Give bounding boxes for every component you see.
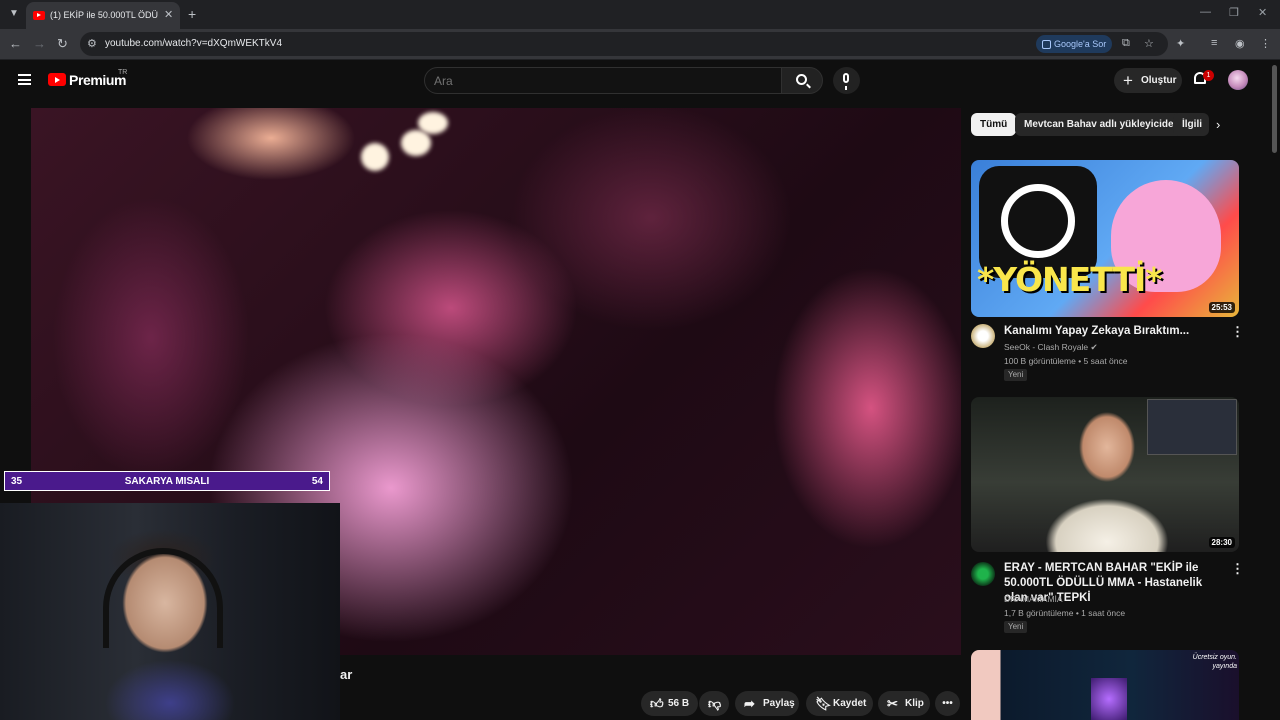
more-actions-button[interactable]: ••• <box>935 691 960 716</box>
verified-icon: ✔ <box>1090 342 1098 352</box>
channel-avatar[interactable] <box>971 562 995 586</box>
like-count: 56 B <box>668 698 690 709</box>
video-menu-icon[interactable]: ⋮ <box>1231 324 1244 340</box>
share-button[interactable]: ➦ Paylaş <box>735 691 799 716</box>
window-close-icon[interactable]: ✕ <box>1258 6 1267 19</box>
back-icon[interactable]: ← <box>9 36 22 51</box>
search-icon <box>796 74 807 85</box>
reload-icon[interactable]: ↻ <box>57 36 68 52</box>
overlay-right-value: 54 <box>311 476 323 487</box>
account-avatar[interactable] <box>1228 70 1248 90</box>
dislike-button[interactable]: 👎︎ <box>699 691 729 716</box>
youtube-header: Premium TR + Oluştur <box>0 61 1280 101</box>
chip-related[interactable]: İlgili <box>1173 113 1209 136</box>
like-button[interactable]: 👍︎ 56 B <box>641 691 698 716</box>
search-button[interactable] <box>781 67 823 94</box>
video-thumbnail[interactable]: Ücretsiz oyun. yayında <box>971 650 1239 720</box>
restore-icon[interactable]: ❐ <box>1229 6 1239 19</box>
address-bar[interactable]: ⚙ youtube.com/watch?v=dXQmWEKTkV4 Google… <box>80 32 1168 56</box>
notification-count-badge: 1 <box>1203 70 1214 81</box>
extensions-icon[interactable]: ✦ <box>1176 37 1185 50</box>
site-info-icon[interactable]: ⚙ <box>87 37 97 50</box>
voice-search-button[interactable] <box>833 67 860 94</box>
streamer-webcam <box>0 503 340 720</box>
google-ask-button[interactable]: Google'a Sor <box>1036 35 1113 53</box>
country-code: TR <box>118 69 128 76</box>
url-text[interactable]: youtube.com/watch?v=dXQmWEKTkV4 <box>105 38 282 49</box>
save-button[interactable]: 🔖︎ Kaydet <box>806 691 873 716</box>
thumbs-down-icon: 👎︎ <box>708 696 722 711</box>
video-meta: 100 B görüntüleme • 5 saat önce <box>1004 356 1128 366</box>
chip-uploader[interactable]: Mevtcan Bahav adlı yükleyiciden <box>1015 113 1189 136</box>
youtube-logo-icon[interactable] <box>48 73 66 86</box>
video-title: ar <box>340 667 353 682</box>
thumbnail-text: Ücretsiz oyun. yayında <box>1192 654 1237 670</box>
browser-toolbar: ← → ↻ ⚙ youtube.com/watch?v=dXQmWEKTkV4 … <box>0 29 1280 60</box>
search-box <box>424 67 782 94</box>
stream-overlay-bar: 35 SAKARYA MISALI 54 <box>4 471 330 491</box>
page-scrollbar[interactable] <box>1270 61 1280 720</box>
menu-icon[interactable] <box>18 74 31 85</box>
share-icon: ➦ <box>744 696 755 711</box>
video-menu-icon[interactable]: ⋮ <box>1231 561 1244 577</box>
stage-light <box>361 143 389 171</box>
profile-icon[interactable]: ◉ <box>1235 37 1245 50</box>
video-thumbnail[interactable]: *YÖNETTİ* 25:53 <box>971 160 1239 317</box>
stage-light <box>418 112 448 134</box>
stage-light <box>401 130 431 156</box>
chips-next-chevron-icon[interactable]: › <box>1216 117 1220 132</box>
thumbs-up-icon: 👍︎ <box>650 696 664 711</box>
tab-title: (1) EKİP ile 50.000TL ÖDÜLLÜ M <box>50 10 158 20</box>
video-thumbnail[interactable]: 28:30 <box>971 397 1239 552</box>
tab-search-icon[interactable]: ▼ <box>6 6 22 22</box>
channel-name[interactable]: SeeOk - Clash Royale ✔ <box>1004 342 1098 353</box>
video-title[interactable]: Kanalımı Yapay Zekaya Bıraktım... <box>1004 324 1218 339</box>
bookmark-icon: 🔖︎ <box>815 696 832 711</box>
browser-tab[interactable]: (1) EKİP ile 50.000TL ÖDÜLLÜ M ✕ <box>26 2 180 29</box>
browser-tab-bar: ▼ (1) EKİP ile 50.000TL ÖDÜLLÜ M ✕ + — ❐… <box>0 0 1280 29</box>
scrollbar-thumb[interactable] <box>1272 65 1277 153</box>
search-input[interactable] <box>434 72 764 89</box>
channel-name-text: SeeOk - Clash Royale <box>1004 342 1089 352</box>
video-meta: 1,7 B görüntüleme • 1 saat önce <box>1004 608 1126 618</box>
clip-label: Klip <box>905 698 924 709</box>
clip-button[interactable]: ✂ Klip <box>878 691 930 716</box>
bookmark-star-icon[interactable]: ☆ <box>1144 37 1154 50</box>
new-tab-icon[interactable]: + <box>188 6 196 22</box>
headset-shape <box>103 548 223 648</box>
create-label: Oluştur <box>1141 75 1177 86</box>
channel-avatar[interactable] <box>971 324 995 348</box>
youtube-favicon-icon <box>33 11 45 20</box>
more-icon: ••• <box>942 698 953 709</box>
forward-icon[interactable]: → <box>33 36 46 51</box>
reaction-inset <box>1147 399 1237 455</box>
overlay-title: SAKARYA MISALI <box>124 476 210 487</box>
plus-icon: + <box>1123 71 1133 90</box>
save-label: Kaydet <box>833 698 867 709</box>
browser-menu-icon[interactable]: ⋮ <box>1260 37 1271 50</box>
video-duration: 28:30 <box>1208 537 1235 548</box>
channel-name[interactable]: DRAMAMAMİA <box>1004 594 1063 604</box>
microphone-icon <box>843 73 849 90</box>
scissors-icon: ✂ <box>887 696 898 711</box>
chip-all[interactable]: Tümü <box>971 113 1017 136</box>
tab-close-icon[interactable]: ✕ <box>164 8 173 21</box>
new-badge: Yeni <box>1004 621 1028 633</box>
create-button[interactable]: + Oluştur <box>1114 68 1182 93</box>
cast-icon[interactable]: ⧉ <box>1122 37 1130 50</box>
game-card-art <box>1091 678 1127 720</box>
minimize-icon[interactable]: — <box>1200 6 1211 18</box>
thumbnail-text: *YÖNETTİ* <box>977 260 1163 299</box>
video-duration: 25:53 <box>1208 302 1235 313</box>
share-label: Paylaş <box>763 698 795 709</box>
new-badge: Yeni <box>1004 369 1028 381</box>
media-control-icon[interactable]: ≡ <box>1211 37 1217 49</box>
